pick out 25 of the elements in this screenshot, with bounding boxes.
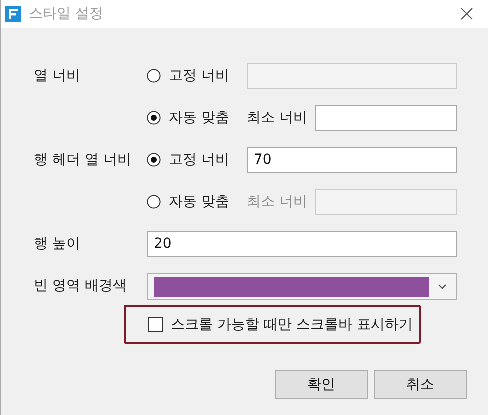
chevron-icon <box>438 284 447 290</box>
radio-icon <box>147 69 161 83</box>
radio-option[interactable]: 자동 맞춤 <box>147 193 247 211</box>
setting-label: 열 너비 <box>34 67 82 86</box>
min-width-label: 최소 너비 <box>247 193 308 211</box>
close-icon[interactable] <box>461 8 473 20</box>
setting-label: 행 헤더 열 너비 <box>34 151 132 170</box>
min-width-label: 최소 너비 <box>247 109 308 127</box>
dialog-button[interactable]: 취소 <box>374 370 467 399</box>
window-title: 스타일 설정 <box>29 5 104 23</box>
radio-icon <box>147 195 161 209</box>
radio-option[interactable]: 자동 맞춤 <box>147 109 247 127</box>
setting-label: 빈 영역 배경색 <box>34 277 128 296</box>
dialog-button[interactable]: 확인 <box>275 370 368 399</box>
radio-icon <box>147 111 161 125</box>
setting-label: 행 높이 <box>34 235 82 254</box>
app-icon <box>5 6 21 22</box>
color-dropdown[interactable] <box>147 273 457 300</box>
input-field[interactable] <box>315 105 457 131</box>
input-field[interactable]: 70 <box>247 147 457 173</box>
radio-option[interactable]: 고정 너비 <box>147 67 247 85</box>
input-field[interactable]: 20 <box>147 231 457 257</box>
radio-option[interactable]: 고정 너비 <box>147 151 247 169</box>
checkbox[interactable]: 스크롤 가능할 때만 스크롤바 표시하기 <box>148 316 413 334</box>
radio-icon <box>147 153 161 167</box>
